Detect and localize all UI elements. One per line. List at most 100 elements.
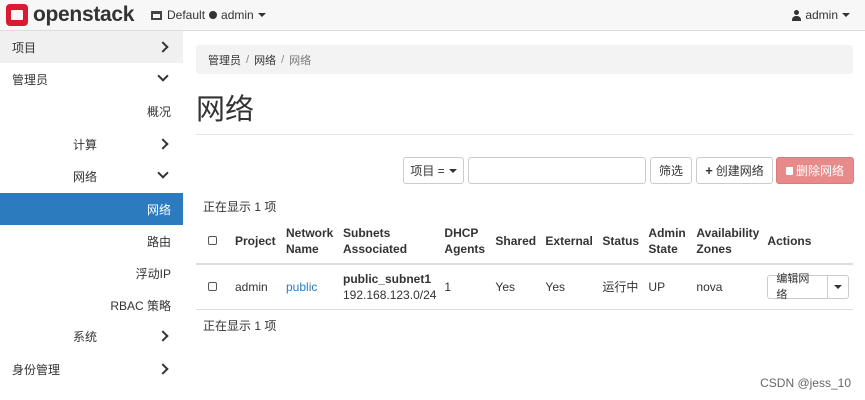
domain-icon (151, 10, 162, 20)
sidebar-item-label: 浮动IP (135, 266, 171, 281)
table-header-row: Project Network Name Subnets Associated DH… (196, 218, 853, 265)
filter-button-label: 筛选 (658, 164, 683, 178)
sidebar-item-label: 路由 (146, 234, 171, 249)
breadcrumb-separator: / (246, 53, 250, 66)
sidebar-item-label: 网络 (146, 202, 171, 217)
cell-admin-state: UP (644, 264, 693, 310)
user-menu[interactable]: admin (792, 8, 850, 22)
row-actions: 编辑网络 (767, 273, 849, 301)
header-shared[interactable]: Shared (491, 218, 542, 265)
create-network-label: 创建网络 (715, 164, 764, 178)
filter-field-select[interactable]: 项目 = (403, 157, 464, 184)
breadcrumb-current: 网络 (289, 54, 312, 67)
filter-select-label: 项目 = (410, 164, 445, 178)
header-dhcp-agents[interactable]: DHCP Agents (440, 218, 492, 265)
top-navbar: openstack Default admin admin (0, 0, 865, 31)
sidebar-item-network-group[interactable]: 网络 (0, 160, 183, 192)
sidebar-item-networks[interactable]: 网络 (0, 193, 183, 225)
breadcrumb-admin[interactable]: 管理员 (208, 52, 241, 68)
domain-name: Default (167, 8, 206, 22)
header-availability-zones[interactable]: Availability Zones (692, 218, 764, 265)
chevron-right-icon (157, 363, 169, 375)
edit-network-button[interactable]: 编辑网络 (767, 273, 828, 301)
select-all-cell (196, 218, 231, 265)
header-status[interactable]: Status (598, 218, 645, 265)
sidebar-item-rbac-policies[interactable]: RBAC 策略 (0, 289, 183, 321)
header-network-name[interactable]: Network Name (282, 218, 339, 265)
project-name: admin (221, 8, 254, 22)
project-dot-icon (209, 11, 218, 19)
chevron-down-icon (157, 70, 169, 82)
header-zones-line1: Availability (696, 225, 760, 240)
sidebar-item-label: 管理员 (12, 72, 49, 87)
sidebar-item-system[interactable]: 系统 (0, 320, 183, 352)
sidebar-item-project[interactable]: 项目 (0, 31, 183, 63)
header-admin-state-line1: Admin (648, 225, 686, 240)
caret-down-icon (833, 284, 842, 289)
item-count-bottom: 正在显示 1 项 (203, 319, 277, 333)
network-name-link[interactable]: public (286, 280, 317, 294)
user-icon (792, 9, 802, 21)
watermark: CSDN @jess_10 (760, 376, 851, 390)
sidebar-item-label: 计算 (73, 137, 98, 152)
chevron-down-icon (157, 167, 169, 179)
sidebar-item-label: RBAC 策略 (110, 298, 171, 313)
cell-status: 运行中 (598, 264, 645, 310)
project-picker[interactable]: Default admin (151, 8, 266, 22)
header-zones-line2: Zones (696, 241, 732, 256)
chevron-right-icon (157, 138, 169, 150)
breadcrumb-network[interactable]: 网络 (254, 52, 276, 68)
title-divider (196, 134, 853, 135)
create-network-button[interactable]: + 创建网络 (696, 157, 773, 184)
sidebar-item-label: 系统 (73, 329, 98, 344)
header-admin-state[interactable]: Admin State (644, 218, 693, 265)
cell-availability-zones: nova (692, 264, 764, 310)
user-name: admin (805, 8, 838, 22)
sidebar-item-identity[interactable]: 身份管理 (0, 353, 183, 385)
chevron-right-icon (157, 41, 169, 53)
header-external[interactable]: External (541, 218, 599, 265)
cell-shared: Yes (491, 264, 542, 310)
header-network-name-line1: Network (286, 225, 334, 240)
breadcrumb-separator: / (281, 53, 285, 66)
cell-dhcp-agents: 1 (440, 264, 492, 310)
caret-down-icon (257, 13, 266, 17)
caret-down-icon (448, 168, 457, 173)
plus-icon: + (705, 163, 713, 178)
openstack-logo[interactable]: openstack (6, 3, 134, 27)
sidebar-item-admin[interactable]: 管理员 (0, 63, 183, 95)
item-count-top: 正在显示 1 项 (203, 200, 277, 214)
header-subnets[interactable]: Subnets Associated (339, 218, 441, 265)
sidebar-item-overview[interactable]: 概况 (0, 95, 183, 127)
sidebar-item-label: 身份管理 (12, 362, 61, 377)
row-actions-dropdown[interactable] (827, 274, 849, 299)
header-actions: Actions (763, 218, 853, 265)
cell-subnets: public_subnet1 192.168.123.0/24 (339, 264, 441, 310)
header-subnets-line2: Associated (343, 241, 408, 256)
networks-table: Project Network Name Subnets Associated DH… (196, 218, 853, 310)
row-select-cell (196, 264, 231, 310)
sidebar-item-routers[interactable]: 路由 (0, 225, 183, 257)
table-row: admin public public_subnet1 192.168.123.… (196, 264, 853, 310)
sidebar: 项目 管理员 概况 计算 网络 网络 路由 浮动IP RBAC 策略 系统 身份… (0, 31, 183, 400)
filter-input[interactable] (468, 157, 646, 184)
header-project[interactable]: Project (231, 218, 282, 265)
cell-external: Yes (541, 264, 599, 310)
openstack-logo-icon (6, 4, 28, 26)
row-checkbox[interactable] (208, 281, 217, 291)
header-network-name-line2: Name (286, 241, 319, 256)
select-all-checkbox[interactable] (208, 235, 217, 245)
delete-networks-button[interactable]: 删除网络 (776, 157, 854, 184)
filter-button[interactable]: 筛选 (650, 157, 692, 184)
cell-actions: 编辑网络 (763, 264, 853, 310)
sidebar-item-compute[interactable]: 计算 (0, 128, 183, 160)
chevron-right-icon (157, 330, 169, 342)
header-admin-state-line2: State (648, 241, 678, 256)
header-dhcp-line1: DHCP (444, 225, 479, 240)
subnet-name: public_subnet1 (343, 271, 432, 286)
breadcrumb: 管理员 / 网络 / 网络 (196, 45, 853, 74)
cell-network-name: public (282, 264, 339, 310)
sidebar-item-floating-ips[interactable]: 浮动IP (0, 257, 183, 289)
header-dhcp-line2: Agents (444, 241, 486, 256)
sidebar-item-label: 网络 (73, 169, 98, 184)
